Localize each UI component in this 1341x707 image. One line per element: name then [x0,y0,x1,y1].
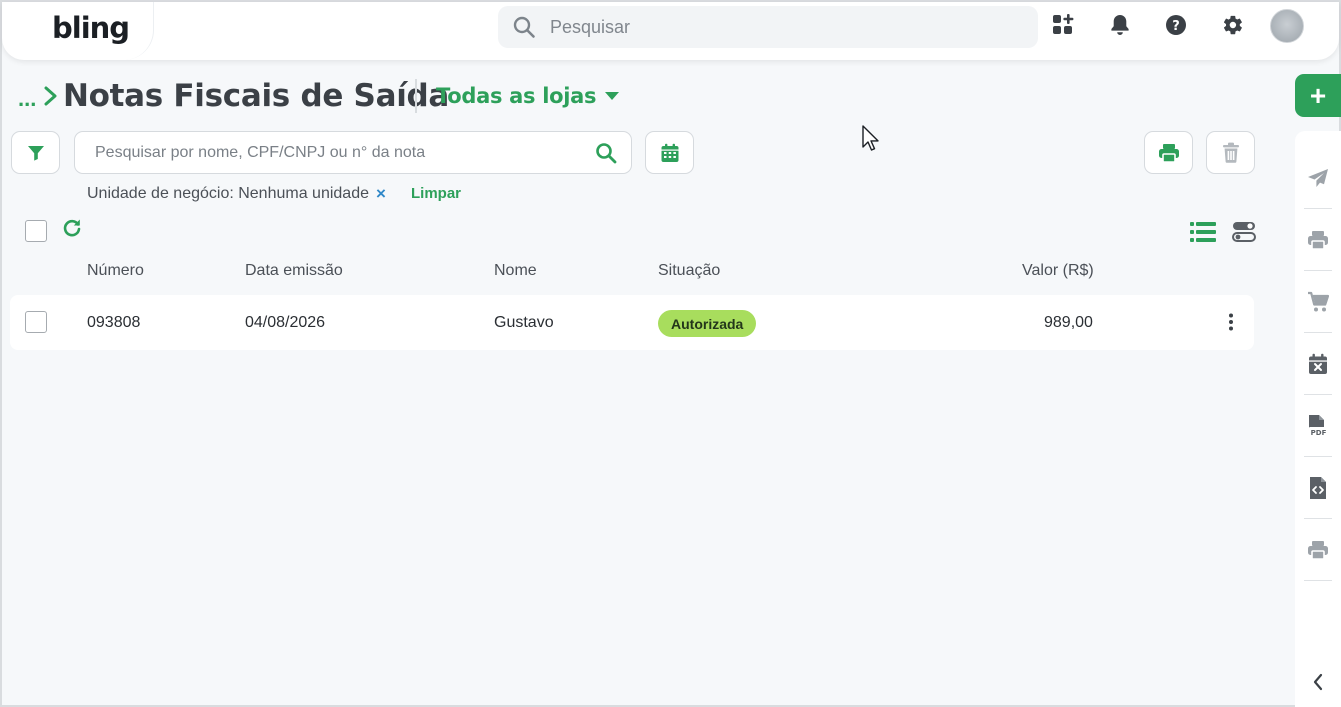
send-icon[interactable] [1295,147,1341,209]
select-all-checkbox[interactable] [25,220,47,242]
column-header-numero[interactable]: Número [87,262,144,280]
actions-sidebar: PDF [1295,131,1341,707]
caret-down-icon [605,92,620,100]
avatar[interactable] [1270,9,1304,43]
status-badge: Autorizada [658,310,757,337]
breadcrumb-more[interactable]: ... [18,86,36,112]
global-search-input[interactable] [550,6,1020,48]
print-icon [1158,143,1179,163]
clear-filters-link[interactable]: Limpar [411,185,461,202]
filter-button[interactable] [11,131,60,174]
date-filter-button[interactable] [645,131,694,174]
bell-icon[interactable] [1108,13,1132,37]
remove-filter-icon[interactable]: × [376,184,386,204]
column-header-data-emissao[interactable]: Data emissão [245,262,343,280]
bling-logo[interactable]: bling [52,11,130,45]
column-header-valor[interactable]: Valor (R$) [1022,262,1094,280]
svg-text:?: ? [1172,19,1180,34]
add-button-label: + [1309,79,1327,111]
title-divider [415,79,417,113]
filter-chip-label: Unidade de negócio: Nenhuma unidade [87,185,369,202]
store-selector-label: Todas as lojas [436,84,597,108]
refresh-icon[interactable] [62,218,82,238]
logo-area: bling [2,2,154,60]
print-button[interactable] [1144,131,1193,174]
pdf-file-icon[interactable]: PDF [1295,395,1341,457]
help-icon[interactable]: ? [1164,13,1188,37]
cell-valor: 989,00 [1044,314,1093,331]
page-title: Notas Fiscais de Saída [63,78,450,114]
notes-search[interactable] [74,131,632,174]
gear-icon[interactable] [1221,13,1245,37]
chevron-left-icon[interactable] [1295,662,1341,702]
row-checkbox[interactable] [25,311,47,333]
funnel-icon [27,145,44,161]
cell-numero: 093808 [87,314,141,331]
business-unit-filter-chip: Unidade de negócio: Nenhuma unidade × [87,184,386,204]
print-icon[interactable] [1295,519,1341,581]
trash-icon [1222,142,1239,163]
delete-button[interactable] [1206,131,1255,174]
search-icon [513,16,535,38]
chevron-right-icon [44,86,57,106]
notes-search-input[interactable] [95,132,585,173]
calendar-icon [661,143,678,162]
cart-icon[interactable] [1295,271,1341,333]
apps-add-icon[interactable] [1051,13,1075,37]
global-search[interactable] [498,6,1038,48]
column-header-situacao[interactable]: Situação [658,262,720,280]
cell-data-emissao: 04/08/2026 [245,314,326,331]
cell-nome: Gustavo [494,314,554,331]
store-selector[interactable]: Todas as lojas [436,84,620,108]
calendar-cancel-icon[interactable] [1295,333,1341,395]
print-icon[interactable] [1295,209,1341,271]
mouse-cursor [862,125,879,151]
code-file-icon[interactable] [1295,457,1341,519]
svg-text:PDF: PDF [1311,429,1327,437]
add-button[interactable]: + [1295,74,1341,117]
column-header-nome[interactable]: Nome [494,262,537,280]
toggle-view-icon[interactable] [1232,221,1256,243]
row-actions-icon[interactable] [1224,312,1238,332]
search-icon[interactable] [595,142,617,164]
list-view-icon[interactable] [1190,221,1216,243]
